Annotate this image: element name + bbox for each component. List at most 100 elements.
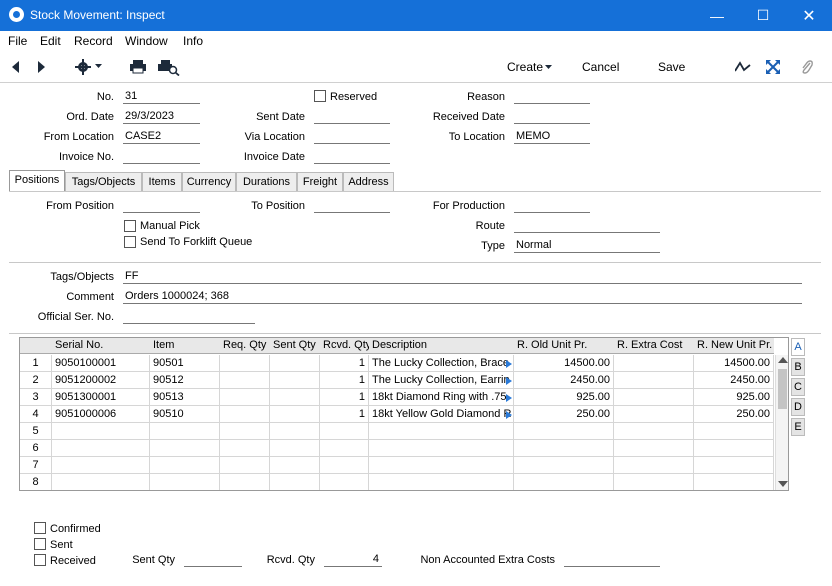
grid-cell-new[interactable]: [694, 474, 774, 490]
grid-cell-sent[interactable]: [270, 372, 320, 389]
received-date-field[interactable]: [514, 110, 590, 124]
next-record-icon[interactable]: [37, 60, 47, 74]
column-header-rcvd-qty[interactable]: Rcvd. Qty: [320, 338, 369, 354]
grid-cell-req[interactable]: [220, 457, 270, 474]
grid-cell-item[interactable]: [150, 474, 220, 490]
grid-cell-new[interactable]: 2450.00: [694, 372, 774, 389]
grid-cell-sent[interactable]: [270, 474, 320, 490]
expand-arrow-icon[interactable]: [506, 394, 512, 402]
column-header-item[interactable]: Item: [150, 338, 220, 354]
menu-info[interactable]: Info: [183, 34, 203, 48]
grid-cell-serial[interactable]: [52, 474, 150, 490]
grid-cell-rcvd[interactable]: 1: [320, 389, 369, 406]
grid-cell-desc[interactable]: [369, 440, 514, 457]
attachment-icon[interactable]: [800, 59, 814, 75]
grid-cell-desc[interactable]: [369, 474, 514, 490]
grid-cell-sent[interactable]: [270, 423, 320, 440]
minimize-button[interactable]: —: [694, 0, 740, 31]
grid-cell-new[interactable]: 250.00: [694, 406, 774, 423]
grid-cell-serial[interactable]: [52, 457, 150, 474]
expand-icon[interactable]: [766, 60, 780, 74]
grid-sidetab-e[interactable]: E: [791, 418, 805, 436]
grid-cell-item[interactable]: 90513: [150, 389, 220, 406]
grid-cell-serial[interactable]: [52, 423, 150, 440]
grid-cell-extra[interactable]: [614, 389, 694, 406]
invoice-date-field[interactable]: [314, 150, 390, 164]
grid-cell-sent[interactable]: [270, 457, 320, 474]
manual-pick-checkbox[interactable]: [124, 220, 136, 232]
to-position-field[interactable]: [314, 199, 390, 213]
official-ser-no-field[interactable]: [123, 310, 255, 324]
invoice-no-field[interactable]: [123, 150, 200, 164]
tab-durations[interactable]: Durations: [236, 172, 297, 191]
grid-cell-new[interactable]: [694, 423, 774, 440]
no-field[interactable]: 31: [123, 90, 200, 104]
to-location-field[interactable]: MEMO: [514, 130, 590, 144]
grid-cell-extra[interactable]: [614, 372, 694, 389]
maximize-button[interactable]: ☐: [740, 0, 786, 31]
grid-cell-item[interactable]: 90510: [150, 406, 220, 423]
grid-cell-desc[interactable]: 18kt Yellow Gold Diamond R: [369, 406, 514, 423]
received-checkbox[interactable]: [34, 554, 46, 566]
reason-field[interactable]: [514, 90, 590, 104]
grid-sidetab-b[interactable]: B: [791, 358, 805, 376]
grid-cell-sent[interactable]: [270, 406, 320, 423]
from-location-field[interactable]: CASE2: [123, 130, 200, 144]
expand-arrow-icon[interactable]: [506, 377, 512, 385]
grid-cell-sent[interactable]: [270, 440, 320, 457]
grid-cell-serial[interactable]: 9050100001: [52, 355, 150, 372]
save-button[interactable]: Save: [658, 60, 685, 74]
menu-record[interactable]: Record: [74, 34, 113, 48]
previous-record-icon[interactable]: [10, 60, 20, 74]
grid-cell-serial[interactable]: 9051000006: [52, 406, 150, 423]
grid-cell-rcvd[interactable]: 1: [320, 355, 369, 372]
expand-arrow-icon[interactable]: [506, 360, 512, 368]
grid-cell-extra[interactable]: [614, 474, 694, 490]
cancel-button[interactable]: Cancel: [582, 60, 619, 74]
column-header-description[interactable]: Description: [369, 338, 514, 354]
grid-cell-item[interactable]: 90512: [150, 372, 220, 389]
via-location-field[interactable]: [314, 130, 390, 144]
grid-cell-rcvd[interactable]: [320, 423, 369, 440]
grid-cell-sent[interactable]: [270, 389, 320, 406]
grid-cell-item[interactable]: [150, 457, 220, 474]
grid-cell-req[interactable]: [220, 355, 270, 372]
grid-cell-item[interactable]: [150, 440, 220, 457]
grid-cell-extra[interactable]: [614, 355, 694, 372]
confirmed-checkbox[interactable]: [34, 522, 46, 534]
grid-cell-old[interactable]: [514, 474, 614, 490]
grid-cell-serial[interactable]: [52, 440, 150, 457]
tab-currency[interactable]: Currency: [182, 172, 236, 191]
create-dropdown-icon[interactable]: [545, 65, 553, 71]
grid-cell-extra[interactable]: [614, 423, 694, 440]
close-button[interactable]: ✕: [786, 0, 832, 31]
tab-tags-objects[interactable]: Tags/Objects: [65, 172, 142, 191]
grid-cell-serial[interactable]: 9051300001: [52, 389, 150, 406]
grid-cell-desc[interactable]: [369, 423, 514, 440]
grid-cell-old[interactable]: 250.00: [514, 406, 614, 423]
reserved-checkbox[interactable]: [314, 90, 326, 102]
gear-icon[interactable]: [75, 59, 93, 75]
grid-cell-item[interactable]: 90501: [150, 355, 220, 372]
grid-cell-old[interactable]: [514, 440, 614, 457]
create-button[interactable]: Create: [507, 60, 543, 74]
grid-cell-rcvd[interactable]: 1: [320, 406, 369, 423]
grid-cell-rcvd[interactable]: [320, 440, 369, 457]
ord-date-field[interactable]: 29/3/2023: [123, 110, 200, 124]
grid-cell-rcvd[interactable]: [320, 457, 369, 474]
grid-cell-new[interactable]: 925.00: [694, 389, 774, 406]
grid-cell-old[interactable]: [514, 423, 614, 440]
print-preview-icon[interactable]: [158, 60, 180, 76]
grid-cell-req[interactable]: [220, 372, 270, 389]
items-grid[interactable]: Serial No. Item Req. Qty Sent Qty Rcvd. Qty D…: [19, 337, 789, 491]
menu-file[interactable]: File: [8, 34, 27, 48]
column-header-new-unit-price[interactable]: R. New Unit Pr.: [694, 338, 774, 354]
menu-edit[interactable]: Edit: [40, 34, 61, 48]
menu-window[interactable]: Window: [125, 34, 168, 48]
grid-sidetab-c[interactable]: C: [791, 378, 805, 396]
grid-cell-req[interactable]: [220, 389, 270, 406]
chevron-down-icon[interactable]: [95, 64, 103, 70]
grid-cell-old[interactable]: 2450.00: [514, 372, 614, 389]
grid-cell-extra[interactable]: [614, 406, 694, 423]
column-header-serial-no[interactable]: Serial No.: [52, 338, 150, 354]
